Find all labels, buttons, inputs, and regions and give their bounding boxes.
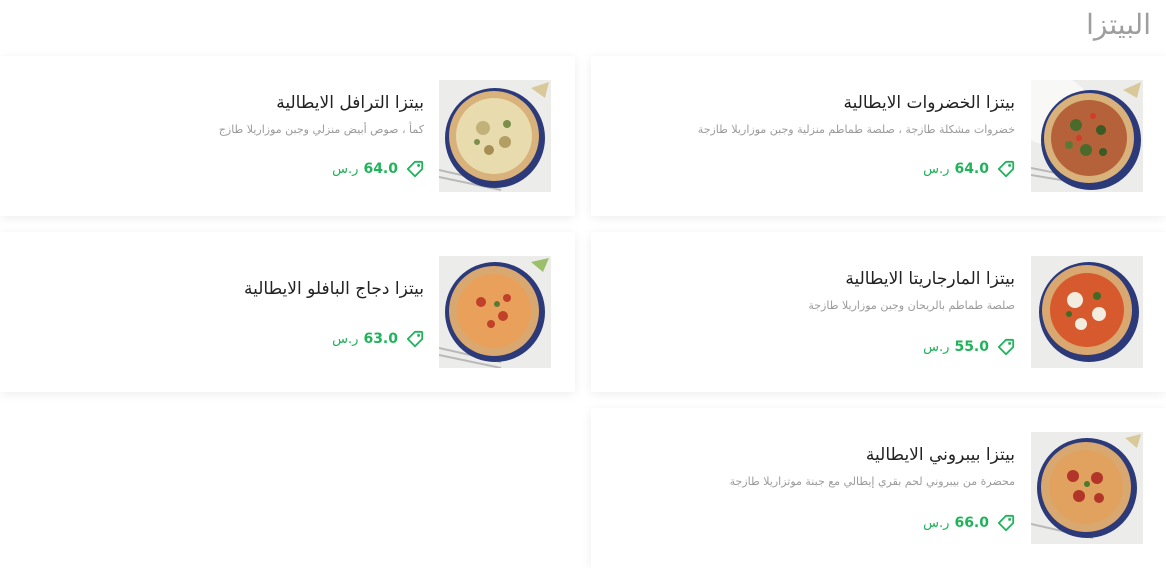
section-title: البيتزا [1086,8,1151,41]
item-price: 63.0 [363,331,398,347]
item-info: بيتزا الخضروات الايطالية خضروات مشكلة طا… [655,80,1015,138]
menu-item-card[interactable]: بيتزا الخضروات الايطالية خضروات مشكلة طا… [591,56,1166,216]
item-price: 55.0 [954,339,989,355]
item-info: بيتزا بيبروني الايطالية محضرة من بيبروني… [655,432,1015,490]
pizza-photo [1031,432,1143,544]
menu-item-card[interactable]: بيتزا الترافل الايطالية كمأ ، صوص أبيض م… [0,56,575,216]
pizza-photo [439,256,551,368]
item-description: كمأ ، صوص أبيض منزلي وجبن موزاريلا طازج [218,123,424,136]
item-name: بيتزا الخضروات الايطالية [843,93,1015,113]
pizza-photo [1031,80,1143,192]
item-info: بيتزا دجاج البافلو الايطالية [64,256,424,302]
item-price: 66.0 [954,515,989,531]
price-row: 64.0 ر.س [332,160,424,178]
menu-item-card[interactable]: بيتزا بيبروني الايطالية محضرة من بيبروني… [591,408,1166,568]
item-description: محضرة من بيبروني لحم بقري إيطالي مع جبنة… [729,475,1015,488]
price-row: 66.0 ر.س [923,514,1015,532]
item-info: بيتزا الترافل الايطالية كمأ ، صوص أبيض م… [64,80,424,138]
price-tag-icon [997,160,1015,178]
item-currency: ر.س [332,162,359,177]
price-tag-icon [406,330,424,348]
item-description: خضروات مشكلة طازجة ، صلصة طماطم منزلية و… [697,123,1015,136]
pizza-photo [439,80,551,192]
item-price: 64.0 [363,161,398,177]
price-tag-icon [997,338,1015,356]
item-info: بيتزا المارجاريتا الايطالية صلصة طماطم ب… [655,256,1015,314]
price-row: 64.0 ر.س [923,160,1015,178]
menu-item-card[interactable]: بيتزا المارجاريتا الايطالية صلصة طماطم ب… [591,232,1166,392]
price-tag-icon [406,160,424,178]
item-name: بيتزا دجاج البافلو الايطالية [244,279,424,299]
menu-item-card[interactable]: بيتزا دجاج البافلو الايطالية 63.0 ر.س [0,232,575,392]
price-row: 63.0 ر.س [332,330,424,348]
item-price: 64.0 [954,161,989,177]
item-currency: ر.س [332,332,359,347]
menu-page: البيتزا بيتزا الخضروات الايطالية خضروات … [0,0,1166,568]
item-name: بيتزا بيبروني الايطالية [865,445,1015,465]
item-name: بيتزا الترافل الايطالية [276,93,424,113]
price-row: 55.0 ر.س [923,338,1015,356]
pizza-photo [1031,256,1143,368]
item-currency: ر.س [923,516,950,531]
item-currency: ر.س [923,162,950,177]
item-name: بيتزا المارجاريتا الايطالية [845,269,1015,289]
item-description: صلصة طماطم بالريحان وجبن موزاريلا طازجة [808,299,1015,312]
item-currency: ر.س [923,340,950,355]
price-tag-icon [997,514,1015,532]
